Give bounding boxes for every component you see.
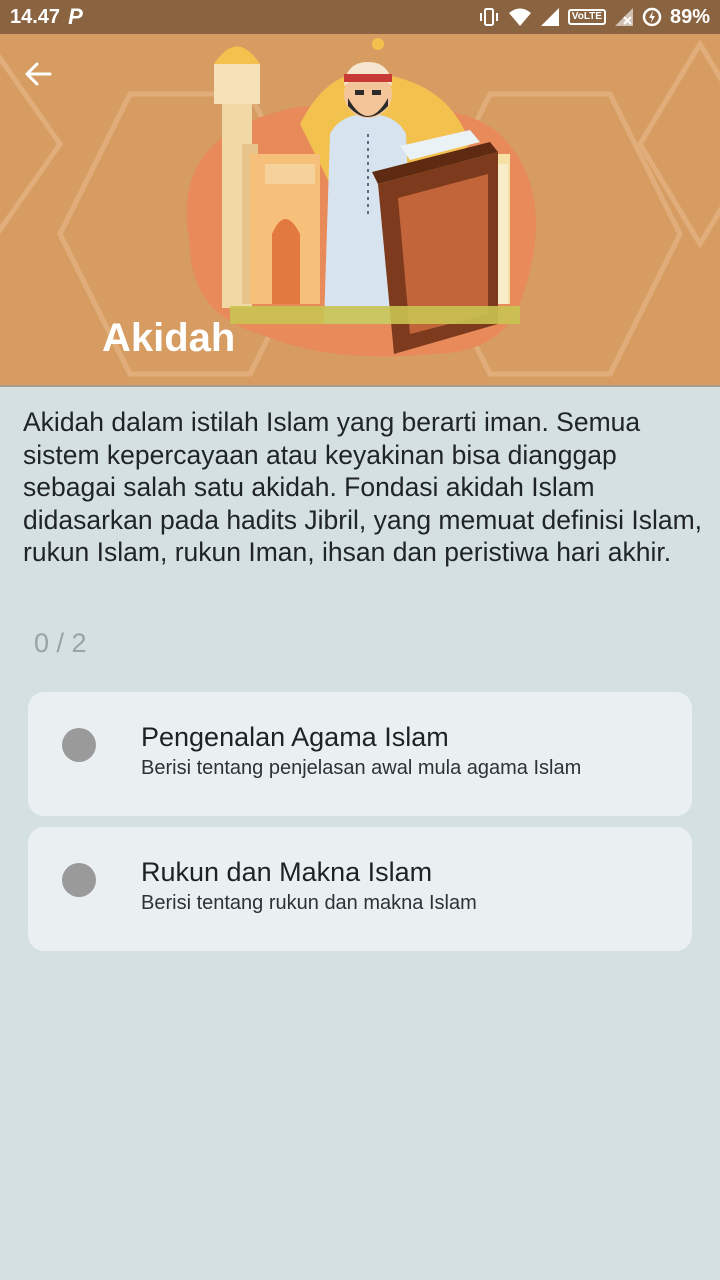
vibrate-icon: [479, 8, 498, 26]
lesson-status-dot: [62, 863, 96, 897]
status-left: 14.47 P: [10, 4, 83, 30]
lesson-status-dot: [62, 728, 96, 762]
status-time: 14.47: [10, 5, 61, 28]
lesson-card[interactable]: Rukun dan Makna Islam Berisi tentang ruk…: [28, 827, 692, 951]
wifi-icon: [508, 8, 531, 26]
data-saver-icon: [642, 7, 662, 27]
back-button[interactable]: [18, 54, 58, 94]
status-right: VoLTE 89%: [478, 6, 710, 29]
header-divider: [0, 385, 720, 387]
lesson-title: Pengenalan Agama Islam: [141, 722, 449, 752]
signal-no-data-icon: [614, 8, 633, 26]
lesson-card[interactable]: Pengenalan Agama Islam Berisi tentang pe…: [28, 692, 692, 816]
lesson-subtitle: Berisi tentang rukun dan makna Islam: [141, 892, 477, 914]
topic-description: Akidah dalam istilah Islam yang berarti …: [23, 407, 703, 567]
arrow-left-icon: [25, 62, 52, 86]
progress-counter: 0 / 2: [34, 628, 87, 658]
battery-level: 89%: [669, 5, 710, 28]
ground-platform: [230, 306, 520, 324]
lesson-title: Rukun dan Makna Islam: [141, 857, 433, 887]
crescent-icon: [372, 38, 384, 50]
signal-icon: [540, 8, 559, 26]
header-banner: Akidah: [0, 34, 720, 385]
parking-notification-icon: P: [68, 4, 83, 29]
lesson-subtitle: Berisi tentang penjelasan awal mula agam…: [141, 757, 582, 779]
status-bar: 14.47 P VoLTE 89%: [0, 0, 720, 34]
volte-icon: VoLTE: [567, 9, 606, 25]
page-title: Akidah: [102, 316, 236, 360]
